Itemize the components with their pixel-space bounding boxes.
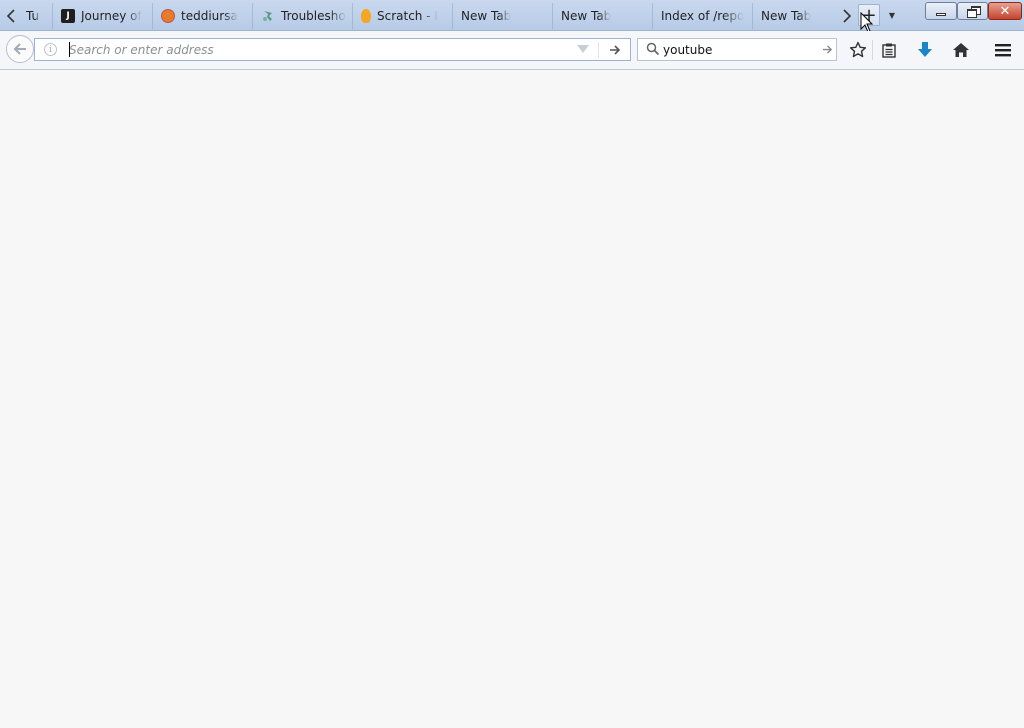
close-window-button[interactable]: ✕ <box>988 2 1022 20</box>
navigation-toolbar: i <box>0 31 1024 70</box>
page-content[interactable] <box>0 70 1024 728</box>
chevron-left-icon <box>7 9 15 23</box>
arrow-right-icon <box>610 44 621 55</box>
minimize-icon <box>936 12 946 16</box>
tab-scroll-right-button[interactable] <box>838 5 856 27</box>
restore-button[interactable] <box>957 2 988 20</box>
tab-label: Index of /repo <box>661 9 745 23</box>
divider <box>598 42 599 58</box>
bookmarks-menu-button[interactable] <box>877 38 901 62</box>
list-all-tabs-button[interactable]: ▼ <box>884 7 900 23</box>
scratch-cat-icon <box>361 9 371 23</box>
tab-item[interactable]: Tu <box>18 3 40 29</box>
address-input[interactable] <box>69 41 569 58</box>
history-dropdown-icon[interactable] <box>577 45 589 53</box>
hamburger-menu-icon <box>995 44 1011 57</box>
open-menu-button[interactable] <box>991 38 1015 62</box>
search-icon[interactable] <box>646 42 660 56</box>
tab-item[interactable]: J Journey of <box>52 3 152 29</box>
back-button[interactable] <box>6 35 34 63</box>
tab-item[interactable]: Troublesho <box>252 3 352 29</box>
title-bar: Tu J Journey of teddiursa Troublesho Scr… <box>0 0 1024 33</box>
tab-label: teddiursa <box>181 9 238 23</box>
download-arrow-icon <box>918 42 932 57</box>
tab-item[interactable]: New Tab <box>752 3 836 29</box>
chevron-right-icon <box>843 9 851 23</box>
tab-label: Tu <box>26 9 40 23</box>
restore-icon <box>966 6 981 18</box>
home-icon <box>953 43 969 57</box>
tab-item[interactable]: teddiursa <box>152 3 252 29</box>
tab-label: Scratch - I <box>377 9 438 23</box>
tab-label: New Tab <box>761 9 812 23</box>
clipboard-icon <box>882 43 896 58</box>
text-cursor <box>69 42 70 57</box>
tab-strip: Tu J Journey of teddiursa Troublesho Scr… <box>18 3 836 29</box>
tab-item[interactable]: Scratch - I <box>352 3 452 29</box>
teddiursa-icon <box>161 9 175 23</box>
tab-label: Journey of <box>81 9 142 23</box>
tab-item[interactable]: New Tab <box>552 3 652 29</box>
go-button[interactable] <box>605 40 625 59</box>
info-icon[interactable]: i <box>44 43 57 56</box>
search-go-button[interactable] <box>818 40 836 59</box>
star-icon <box>849 41 867 58</box>
address-bar[interactable]: i <box>34 38 631 61</box>
divider <box>872 40 873 60</box>
bookmark-star-button[interactable] <box>846 38 870 62</box>
troubleshoot-icon <box>261 9 275 23</box>
tab-item[interactable]: New Tab <box>452 3 552 29</box>
close-icon: ✕ <box>999 3 1011 19</box>
tab-label: Troublesho <box>281 9 346 23</box>
minimize-button[interactable] <box>925 2 957 20</box>
tab-item[interactable]: Index of /repo <box>652 3 752 29</box>
arrow-right-icon <box>822 45 832 54</box>
tab-label: New Tab <box>561 9 612 23</box>
downloads-button[interactable] <box>913 38 937 62</box>
arrow-left-icon <box>13 43 26 55</box>
search-bar[interactable] <box>637 38 837 61</box>
home-button[interactable] <box>949 38 973 62</box>
tab-label: New Tab <box>461 9 512 23</box>
chevron-down-icon: ▼ <box>888 10 896 20</box>
search-input[interactable] <box>663 41 813 58</box>
j-logo-icon: J <box>61 9 75 23</box>
